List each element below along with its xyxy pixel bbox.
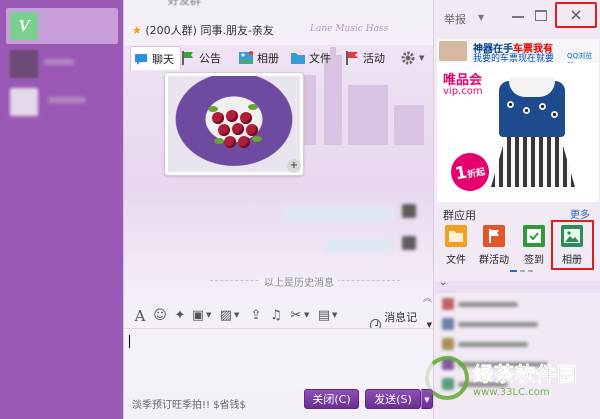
photo-album-icon xyxy=(238,50,254,66)
app-group-activity[interactable]: 群活动 xyxy=(478,225,510,266)
editor-toolbar: A ☺ ✦ ▣ ▼ ▨ ▼ ⇪ ♫ ✂ ▼ ▤ ▼ 消息记录 ▼ xyxy=(132,307,432,340)
member-list-header[interactable]: ⌄ xyxy=(435,277,600,293)
apps-pager[interactable] xyxy=(510,270,533,272)
advertisement-banner[interactable]: 神器在手车票我有 我要的车票现在就要 QQ浏览器 唯品会 vip.com 1折起 xyxy=(437,39,599,202)
album-highlight-box xyxy=(551,220,594,270)
message-input[interactable] xyxy=(124,328,434,388)
zoom-in-icon[interactable]: + xyxy=(287,159,301,173)
shared-photo[interactable]: + xyxy=(164,72,304,176)
collapse-bar[interactable]: ︽ xyxy=(124,294,434,304)
chevron-down-icon[interactable]: ▼ xyxy=(234,311,239,319)
background-script-text: Lane Music Hass xyxy=(310,24,389,34)
tab-announcement[interactable]: 公告 xyxy=(180,46,221,70)
chevron-down-icon[interactable]: ▼ xyxy=(206,311,211,319)
check-in-icon xyxy=(523,225,545,247)
group-activity-icon xyxy=(483,225,505,247)
group-name[interactable]: 同事.朋友-亲友 xyxy=(200,24,273,37)
ad-portrait xyxy=(439,41,467,61)
minimize-icon[interactable] xyxy=(512,16,524,18)
font-icon[interactable]: A xyxy=(132,308,148,324)
chevron-down-icon[interactable]: ▼ xyxy=(304,311,309,319)
chat-window: 好友群 ★ (200人群) 同事.朋友-亲友 Lane Music Hass 聊… xyxy=(123,0,434,419)
discount-badge: 1折起 xyxy=(447,149,493,195)
blurred-message xyxy=(324,238,394,252)
history-divider-text: 以上是历史消息 xyxy=(224,274,374,289)
tab-activity[interactable]: 活动 xyxy=(344,46,385,70)
tab-chat[interactable]: 聊天 xyxy=(130,46,181,70)
conversation-avatar xyxy=(10,88,38,116)
conversation-avatar xyxy=(10,50,38,78)
conversation-name-blurred xyxy=(48,97,86,103)
flower-bouquet-image xyxy=(168,76,300,172)
magic-wand-icon[interactable]: ✦ xyxy=(172,308,188,324)
tab-album[interactable]: 相册 xyxy=(238,46,279,70)
chat-bubble-icon xyxy=(133,51,149,67)
conversation-name-blurred xyxy=(44,59,74,65)
report-link[interactable]: 举报 xyxy=(444,11,466,27)
conversation-item[interactable] xyxy=(6,84,118,120)
dress-skirt-image xyxy=(491,135,575,187)
chat-tab-bar: 聊天 公告 相册 文件 活动 ▼ xyxy=(130,46,430,70)
upload-icon[interactable]: ⇪ xyxy=(248,308,264,324)
blurred-avatar xyxy=(402,204,416,218)
text-cursor xyxy=(129,335,130,348)
activity-flag-icon xyxy=(344,50,360,66)
maximize-icon[interactable] xyxy=(535,10,547,21)
watermark-logo-icon xyxy=(425,356,469,400)
conversation-avatar: V xyxy=(10,12,38,40)
footer-ad-link[interactable]: 淡季预订旺季拍!! $省钱$ xyxy=(132,396,246,411)
chevron-down-icon: ⌄ xyxy=(439,277,448,288)
chevron-down-icon[interactable]: ▼ xyxy=(332,311,337,319)
ad-top-strip: 神器在手车票我有 我要的车票现在就要 QQ浏览器 xyxy=(437,39,599,70)
folder-icon xyxy=(445,225,467,247)
conversation-item-active[interactable]: V xyxy=(6,8,118,44)
scissors-icon[interactable]: ✂ xyxy=(288,308,304,324)
gear-icon xyxy=(400,50,416,66)
chevron-down-icon[interactable]: ▼ xyxy=(478,13,484,22)
more-icon[interactable]: ▤ xyxy=(316,308,332,324)
flag-icon xyxy=(180,50,196,66)
music-icon[interactable]: ♫ xyxy=(268,308,284,324)
close-button[interactable]: 关闭(C) xyxy=(304,389,359,409)
chevron-down-icon: ▼ xyxy=(419,54,425,62)
site-watermark: 绿茶软件园 www.33LC.com xyxy=(425,356,578,400)
image-icon[interactable]: ▨ xyxy=(218,308,234,324)
shop-domain: vip.com xyxy=(443,86,483,97)
apps-more-link[interactable]: 更多 xyxy=(570,206,590,221)
conversation-sidebar: V xyxy=(0,0,123,419)
group-member-count: (200人群) xyxy=(145,24,197,37)
send-button[interactable]: 发送(S) xyxy=(365,389,421,409)
conversation-item[interactable] xyxy=(6,46,118,82)
folder-icon xyxy=(290,50,306,66)
settings-dropdown[interactable]: ▼ xyxy=(400,46,424,70)
app-files[interactable]: 文件 xyxy=(440,225,472,266)
window-title-clipped: 好友群 xyxy=(168,0,201,7)
app-check-in[interactable]: 签到 xyxy=(518,225,550,266)
group-header: ★ (200人群) 同事.朋友-亲友 xyxy=(132,22,274,38)
blurred-avatar xyxy=(402,236,416,250)
star-icon: ★ xyxy=(132,24,142,37)
ad-main-image: 唯品会 vip.com 1折起 xyxy=(437,63,599,202)
emoji-icon[interactable]: ☺ xyxy=(152,308,168,324)
tab-files[interactable]: 文件 xyxy=(290,46,331,70)
gift-icon[interactable]: ▣ xyxy=(190,308,206,324)
collapse-icon: ︽ xyxy=(422,294,432,304)
dress-collar-image xyxy=(509,77,555,97)
close-icon[interactable]: × xyxy=(555,2,597,28)
blurred-message xyxy=(284,206,394,222)
group-apps-title: 群应用 xyxy=(443,209,476,222)
